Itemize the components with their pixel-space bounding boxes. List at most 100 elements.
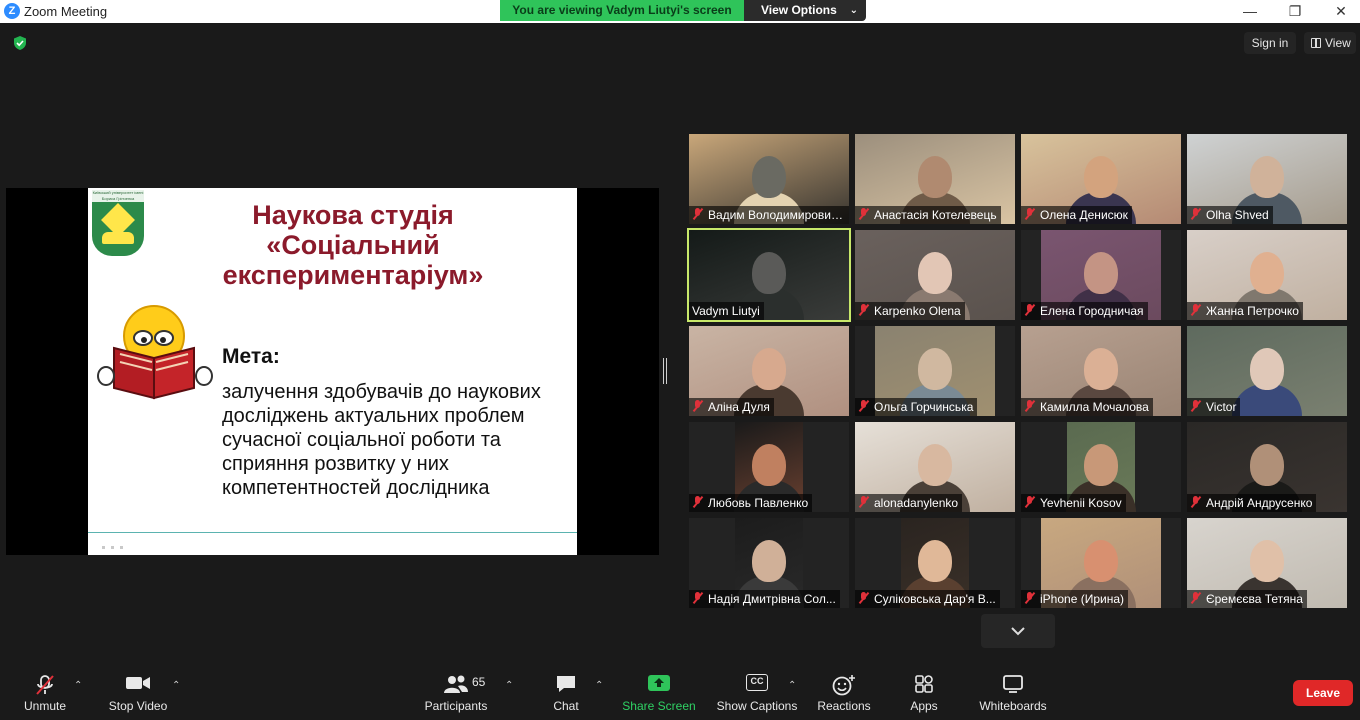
participant-tile[interactable]: Olha Shved [1187,134,1347,224]
participant-name-bar: Анастасія Котелевець [855,206,1001,224]
chat-button[interactable]: Chat [540,660,592,720]
participant-name: Victor [1206,400,1237,414]
captions-options-caret[interactable]: ⌃ [788,680,796,691]
participant-silhouette-face [918,252,952,294]
participant-name-bar: Олена Денисюк [1021,206,1132,224]
participants-button[interactable]: Participants [420,660,492,720]
participant-name-bar: Жанна Петрочко [1187,302,1303,320]
participant-name: Єремєєва Тетяна [1206,592,1303,606]
apps-button[interactable]: Apps [896,660,952,720]
share-screen-button[interactable]: Share Screen [622,660,696,720]
view-layout-icon [1311,38,1321,48]
participant-tile[interactable]: Любовь Павленко [689,422,849,512]
participant-tile[interactable]: Karpenko Olena [855,230,1015,320]
participant-tile[interactable]: iPhone (Ирина) [1021,518,1181,608]
close-button[interactable]: ✕ [1331,2,1351,20]
participant-tile[interactable]: Суліковська Дар'я В... [855,518,1015,608]
participant-name-bar: Вадим Володимирович... [689,206,849,224]
shared-screen: Київський університет імені Бориса Грінч… [6,188,659,555]
participants-options-caret[interactable]: ⌃ [505,680,513,691]
sign-in-button[interactable]: Sign in [1244,32,1296,54]
microphone-muted-icon [692,400,703,412]
logo-caption: Київський університет імені Бориса Грінч… [92,190,144,202]
restore-button[interactable]: ❐ [1285,2,1305,20]
participant-name: Камилла Мочалова [1040,400,1149,414]
view-button[interactable]: View [1304,32,1356,54]
video-options-caret[interactable]: ⌃ [172,680,180,691]
participant-tile[interactable]: Жанна Петрочко [1187,230,1347,320]
chat-bubble-icon [557,676,575,692]
split-view-handle[interactable] [663,358,667,384]
stop-video-button[interactable]: Stop Video [104,660,172,720]
participant-name-bar: Аліна Дуля [689,398,774,416]
unmute-button[interactable]: Unmute [14,660,76,720]
participant-name: Yevhenii Kosov [1040,496,1122,510]
security-shield-icon[interactable] [12,35,28,51]
minimize-button[interactable]: — [1240,2,1260,20]
participant-silhouette-face [1084,156,1118,198]
microphone-muted-icon [1024,208,1035,220]
captions-icon: CC [746,674,768,691]
participant-silhouette-face [1250,540,1284,582]
whiteboards-label: Whiteboards [979,699,1047,713]
window-title: Zoom Meeting [24,4,108,19]
participant-tile[interactable]: Вадим Володимирович... [689,134,849,224]
slide-title-line: експериментаріум» [222,260,484,290]
participant-tile[interactable]: Камилла Мочалова [1021,326,1181,416]
participant-tile[interactable]: Аліна Дуля [689,326,849,416]
participant-tile[interactable]: Єремєєва Тетяна [1187,518,1347,608]
viewing-screen-banner: You are viewing Vadym Liutyi's screen [500,0,744,21]
participant-tile[interactable]: Анастасія Котелевець [855,134,1015,224]
microphone-muted-icon [858,496,869,508]
participant-name-bar: alonadanylenko [855,494,963,512]
participant-name: Анастасія Котелевець [874,208,997,222]
slide-title: Наукова студія «Соціальний експериментар… [168,200,538,290]
microphone-muted-icon [1024,496,1035,508]
microphone-muted-icon [1190,304,1201,316]
whiteboards-button[interactable]: Whiteboards [974,660,1052,720]
participant-silhouette-face [918,444,952,486]
participant-tile[interactable]: Vadym Liutyi [687,228,851,322]
participant-tile[interactable]: Андрій Андрусенко [1187,422,1347,512]
participant-tile[interactable]: Олена Денисюк [1021,134,1181,224]
participant-name: Вадим Володимирович... [708,208,848,222]
participant-silhouette-face [1084,540,1118,582]
chat-options-caret[interactable]: ⌃ [595,680,603,691]
gallery-next-page-button[interactable] [981,614,1055,648]
participant-name-bar: Надія Дмитрівна Сол... [689,590,840,608]
participant-name-bar: Елена Городничая [1021,302,1148,320]
share-screen-label: Share Screen [622,699,696,713]
participant-tile[interactable]: Ольга Горчинська [855,326,1015,416]
reactions-button[interactable]: Reactions [814,660,874,720]
participant-tile[interactable]: Елена Городничая [1021,230,1181,320]
participant-tile[interactable]: alonadanylenko [855,422,1015,512]
participant-name-bar: Ольга Горчинська [855,398,978,416]
participant-silhouette-face [752,348,786,390]
slide-footer-dots [102,546,128,549]
participant-name: alonadanylenko [874,496,959,510]
participant-silhouette-face [1084,444,1118,486]
leave-meeting-button[interactable]: Leave [1293,680,1353,706]
whiteboard-icon [1003,675,1023,693]
share-screen-icon [648,675,670,691]
view-options-button[interactable]: View Options ⌄ [744,0,866,21]
slide-goal-text: залучення здобувачів до наукових дослідж… [222,381,541,499]
show-captions-label: Show Captions [716,699,798,713]
participant-name-bar: Karpenko Olena [855,302,965,320]
reactions-label: Reactions [817,699,871,713]
audio-options-caret[interactable]: ⌃ [74,680,82,691]
slide-title-line: Наукова студія [252,200,454,230]
slide-goal-label: Мета: [222,345,280,368]
microphone-muted-icon [692,208,703,220]
participant-tile[interactable]: Надія Дмитрівна Сол... [689,518,849,608]
participant-name: Надія Дмитрівна Сол... [708,592,836,606]
participant-name-bar: Olha Shved [1187,206,1273,224]
participant-name-bar: Андрій Андрусенко [1187,494,1317,512]
participant-silhouette-face [918,348,952,390]
participant-name: Олена Денисюк [1040,208,1128,222]
participant-name: Karpenko Olena [874,304,961,318]
microphone-muted-icon [1190,400,1201,412]
participant-tile[interactable]: Yevhenii Kosov [1021,422,1181,512]
participant-tile[interactable]: Victor [1187,326,1347,416]
reading-emoji-image [97,305,213,400]
